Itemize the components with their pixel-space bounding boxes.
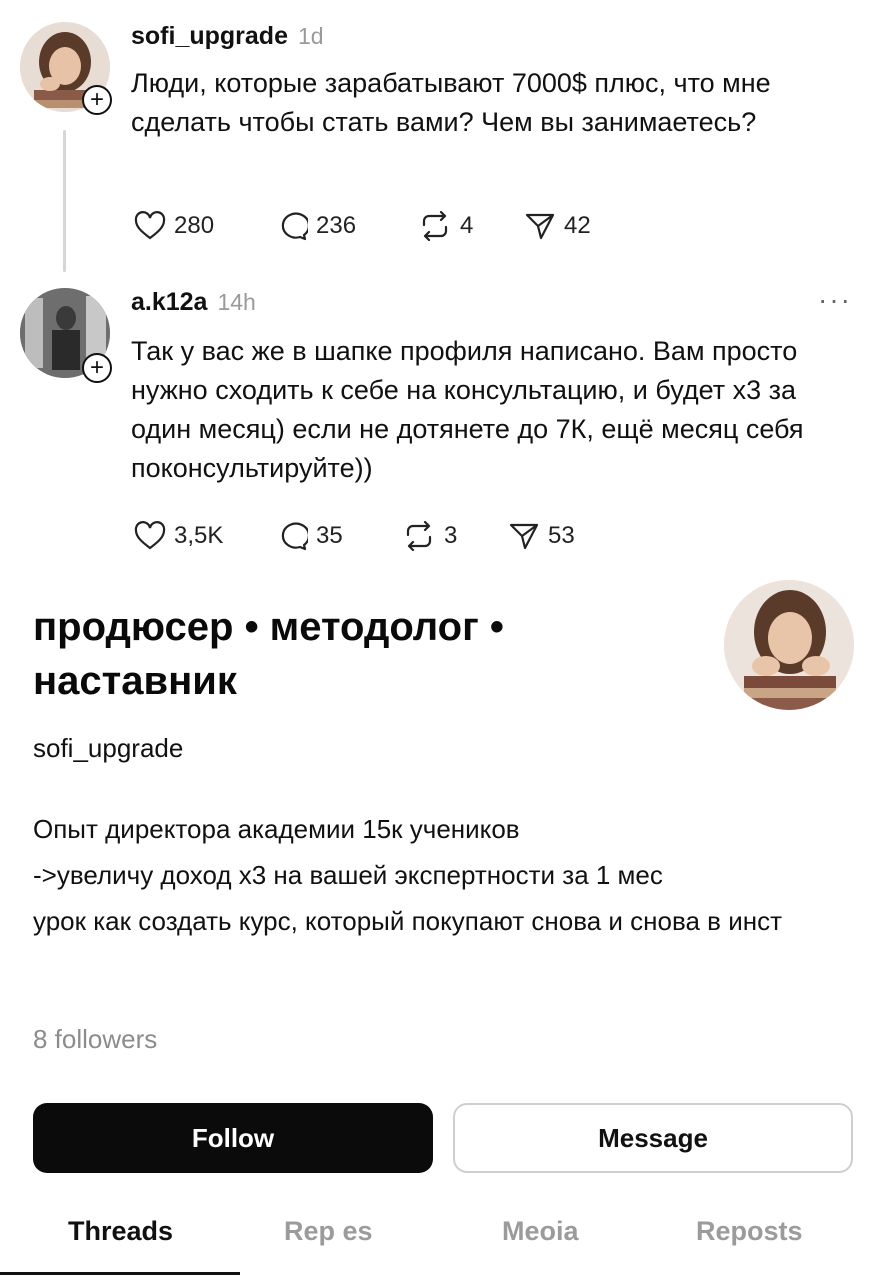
share-count: 42 [564, 212, 591, 239]
followers-count[interactable]: 8 followers [33, 1024, 157, 1055]
share-count: 53 [548, 522, 575, 549]
profile-name: продюсер • методолог • наставник [33, 605, 504, 703]
post-actions: 3,5K 35 3 53 [134, 521, 575, 551]
plus-glyph: + [89, 354, 104, 381]
post-2: + a.k12a 14h ··· Так у вас же в шапке пр… [0, 280, 885, 580]
like-count: 3,5K [174, 522, 224, 549]
thread-connector [63, 130, 66, 272]
post-meta: a.k12a 14h [131, 288, 256, 317]
username[interactable]: a.k12a [131, 288, 207, 317]
like-button[interactable]: 280 [134, 211, 276, 241]
post-meta: sofi_upgrade 1d [131, 22, 324, 51]
tab-media[interactable]: Meoia [502, 1216, 579, 1247]
like-count: 280 [174, 212, 215, 239]
follow-plus-icon[interactable]: + [82, 353, 112, 383]
heart-icon [134, 521, 166, 550]
username[interactable]: sofi_upgrade [131, 22, 288, 51]
repost-button[interactable]: 3 [402, 521, 508, 551]
like-button[interactable]: 3,5K [134, 521, 276, 551]
more-options-icon[interactable]: ··· [818, 284, 852, 316]
repost-icon [406, 521, 432, 551]
avatar-photo [724, 580, 854, 710]
repost-count: 4 [460, 212, 474, 239]
share-button[interactable]: 53 [508, 521, 575, 551]
tab-replies[interactable]: Rep es [284, 1216, 373, 1247]
profile-handle: sofi_upgrade [33, 733, 184, 763]
comment-icon [281, 522, 308, 551]
timestamp: 14h [217, 289, 256, 315]
heart-icon [134, 211, 166, 240]
message-button[interactable]: Message [453, 1103, 853, 1173]
tab-threads[interactable]: Threads [68, 1216, 173, 1247]
post-1: + sofi_upgrade 1d Люди, которые зарабаты… [0, 0, 885, 280]
reply-button[interactable]: 236 [276, 211, 418, 241]
bio-line: ->увеличу доход х3 на вашей экспертности… [33, 860, 663, 890]
repost-icon [422, 211, 448, 241]
send-icon [509, 523, 539, 550]
reply-button[interactable]: 35 [276, 521, 402, 551]
tab-reposts[interactable]: Reposts [696, 1216, 803, 1247]
bio-line: урок как создать курс, который покупают … [33, 906, 783, 936]
profile-tabs: Threads Rep es Meoia Reposts [0, 1200, 885, 1280]
reply-count: 35 [316, 522, 343, 549]
post-text: Так у вас же в шапке профиля написано. В… [131, 336, 804, 483]
post-actions: 280 236 4 42 [134, 211, 591, 241]
repost-button[interactable]: 4 [418, 211, 524, 241]
profile-bio: Опыт директора академии 15к учеников ->у… [33, 806, 863, 944]
share-button[interactable]: 42 [524, 211, 591, 241]
bio-line: Опыт директора академии 15к учеников [33, 814, 520, 844]
profile-avatar[interactable] [724, 580, 854, 710]
post-text: Люди, которые зарабатывают 7000$ плюс, ч… [131, 68, 771, 137]
follow-plus-icon[interactable]: + [82, 85, 112, 115]
active-tab-indicator [0, 1272, 240, 1275]
repost-count: 3 [444, 522, 458, 549]
follow-button[interactable]: Follow [33, 1103, 433, 1173]
plus-glyph: + [89, 86, 104, 113]
reply-count: 236 [316, 212, 357, 239]
timestamp: 1d [297, 23, 324, 49]
comment-icon [281, 212, 308, 241]
send-icon [525, 213, 555, 240]
